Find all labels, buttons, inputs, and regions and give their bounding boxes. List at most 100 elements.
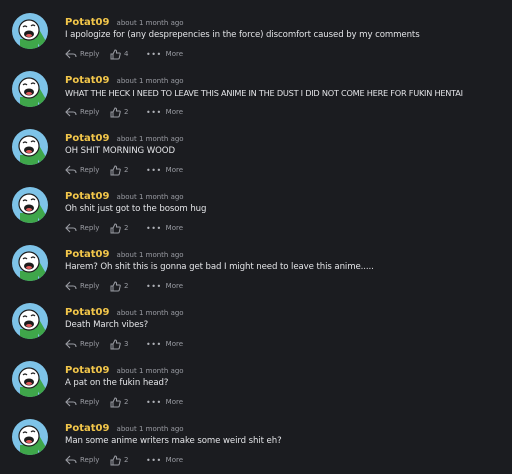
more-button[interactable]: ••• More — [146, 282, 183, 291]
avatar[interactable] — [12, 245, 48, 281]
comment: Potat09 about 1 month ago Man some anime… — [0, 419, 512, 474]
comment-actions: Reply 2 ••• More — [65, 395, 183, 409]
comment-feed: Potat09 about 1 month ago I apologize fo… — [0, 0, 512, 474]
avatar[interactable] — [12, 419, 48, 455]
more-label: More — [165, 340, 184, 348]
like-count: 3 — [124, 340, 129, 348]
more-button[interactable]: ••• More — [146, 166, 183, 175]
comment-text: Oh shit just got to the bosom hug — [65, 204, 207, 214]
like-count: 2 — [124, 166, 129, 174]
avatar[interactable] — [12, 361, 48, 397]
avatar-image — [12, 187, 48, 223]
comment-meta: Potat09 about 1 month ago — [65, 72, 184, 87]
reply-label: Reply — [80, 50, 100, 58]
avatar-image — [12, 71, 48, 107]
reply-button[interactable]: Reply — [65, 281, 108, 291]
reply-label: Reply — [80, 166, 100, 174]
avatar[interactable] — [12, 303, 48, 339]
like-button[interactable]: 2 — [110, 164, 142, 176]
comment-meta: Potat09 about 1 month ago — [65, 188, 184, 203]
reply-arrow-icon — [65, 107, 77, 117]
comment-meta: Potat09 about 1 month ago — [65, 14, 184, 29]
more-button[interactable]: ••• More — [146, 340, 183, 349]
comment-text: I apologize for (any desprepencies in th… — [65, 30, 420, 40]
thumbs-up-icon — [110, 48, 121, 59]
like-button[interactable]: 2 — [110, 454, 142, 466]
reply-button[interactable]: Reply — [65, 455, 108, 465]
comment-actions: Reply 2 ••• More — [65, 453, 183, 467]
like-button[interactable]: 4 — [110, 48, 142, 60]
more-label: More — [165, 282, 184, 290]
ellipsis-icon: ••• — [146, 339, 162, 349]
reply-button[interactable]: Reply — [65, 397, 108, 407]
reply-arrow-icon — [65, 281, 77, 291]
more-button[interactable]: ••• More — [146, 398, 183, 407]
username[interactable]: Potat09 — [65, 307, 109, 318]
avatar-image — [12, 129, 48, 165]
comment-meta: Potat09 about 1 month ago — [65, 420, 184, 435]
ellipsis-icon: ••• — [146, 107, 162, 117]
avatar[interactable] — [12, 71, 48, 107]
like-button[interactable]: 3 — [110, 338, 142, 350]
thumbs-up-icon — [110, 164, 121, 175]
thumbs-up-icon — [110, 396, 121, 407]
comment: Potat09 about 1 month ago A pat on the f… — [0, 361, 512, 419]
more-label: More — [165, 50, 184, 58]
more-label: More — [165, 398, 184, 406]
ellipsis-icon: ••• — [146, 397, 162, 407]
thumbs-up-icon — [110, 222, 121, 233]
username[interactable]: Potat09 — [65, 17, 109, 28]
comment-text: OH SHIT MORNING WOOD — [65, 146, 175, 156]
like-button[interactable]: 2 — [110, 396, 142, 408]
comment: Potat09 about 1 month ago I apologize fo… — [0, 13, 512, 71]
comment-text: Death March vibes? — [65, 320, 149, 330]
like-button[interactable]: 2 — [110, 106, 142, 118]
more-button[interactable]: ••• More — [146, 224, 183, 233]
username[interactable]: Potat09 — [65, 133, 109, 144]
avatar[interactable] — [12, 187, 48, 223]
more-button[interactable]: ••• More — [146, 456, 183, 465]
timestamp: about 1 month ago — [116, 135, 184, 143]
comment-actions: Reply 3 ••• More — [65, 337, 183, 351]
timestamp: about 1 month ago — [116, 193, 184, 201]
comment-text: Harem? Oh shit this is gonna get bad I m… — [65, 262, 374, 272]
avatar[interactable] — [12, 129, 48, 165]
reply-button[interactable]: Reply — [65, 223, 108, 233]
like-button[interactable]: 2 — [110, 280, 142, 292]
more-button[interactable]: ••• More — [146, 108, 183, 117]
ellipsis-icon: ••• — [146, 223, 162, 233]
comment: Potat09 about 1 month ago Death March vi… — [0, 303, 512, 361]
username[interactable]: Potat09 — [65, 365, 109, 376]
comment-actions: Reply 2 ••• More — [65, 221, 183, 235]
avatar-image — [12, 245, 48, 281]
comment-actions: Reply 4 ••• More — [65, 47, 183, 61]
reply-button[interactable]: Reply — [65, 107, 108, 117]
comment-text: Man some anime writers make some weird s… — [65, 436, 282, 446]
username[interactable]: Potat09 — [65, 191, 109, 202]
reply-arrow-icon — [65, 49, 77, 59]
reply-button[interactable]: Reply — [65, 339, 108, 349]
comment-actions: Reply 2 ••• More — [65, 163, 183, 177]
reply-label: Reply — [80, 398, 100, 406]
reply-button[interactable]: Reply — [65, 49, 108, 59]
reply-label: Reply — [80, 340, 100, 348]
username[interactable]: Potat09 — [65, 249, 109, 260]
reply-label: Reply — [80, 456, 100, 464]
ellipsis-icon: ••• — [146, 165, 162, 175]
avatar[interactable] — [12, 13, 48, 49]
username[interactable]: Potat09 — [65, 75, 109, 86]
like-button[interactable]: 2 — [110, 222, 142, 234]
comment-text: A pat on the fukin head? — [65, 378, 169, 388]
reply-arrow-icon — [65, 223, 77, 233]
more-button[interactable]: ••• More — [146, 50, 183, 59]
like-count: 2 — [124, 398, 129, 406]
ellipsis-icon: ••• — [146, 281, 162, 291]
like-count: 2 — [124, 108, 129, 116]
ellipsis-icon: ••• — [146, 49, 162, 59]
more-label: More — [165, 224, 184, 232]
reply-button[interactable]: Reply — [65, 165, 108, 175]
reply-arrow-icon — [65, 397, 77, 407]
username[interactable]: Potat09 — [65, 423, 109, 434]
thumbs-up-icon — [110, 280, 121, 291]
timestamp: about 1 month ago — [116, 251, 184, 259]
